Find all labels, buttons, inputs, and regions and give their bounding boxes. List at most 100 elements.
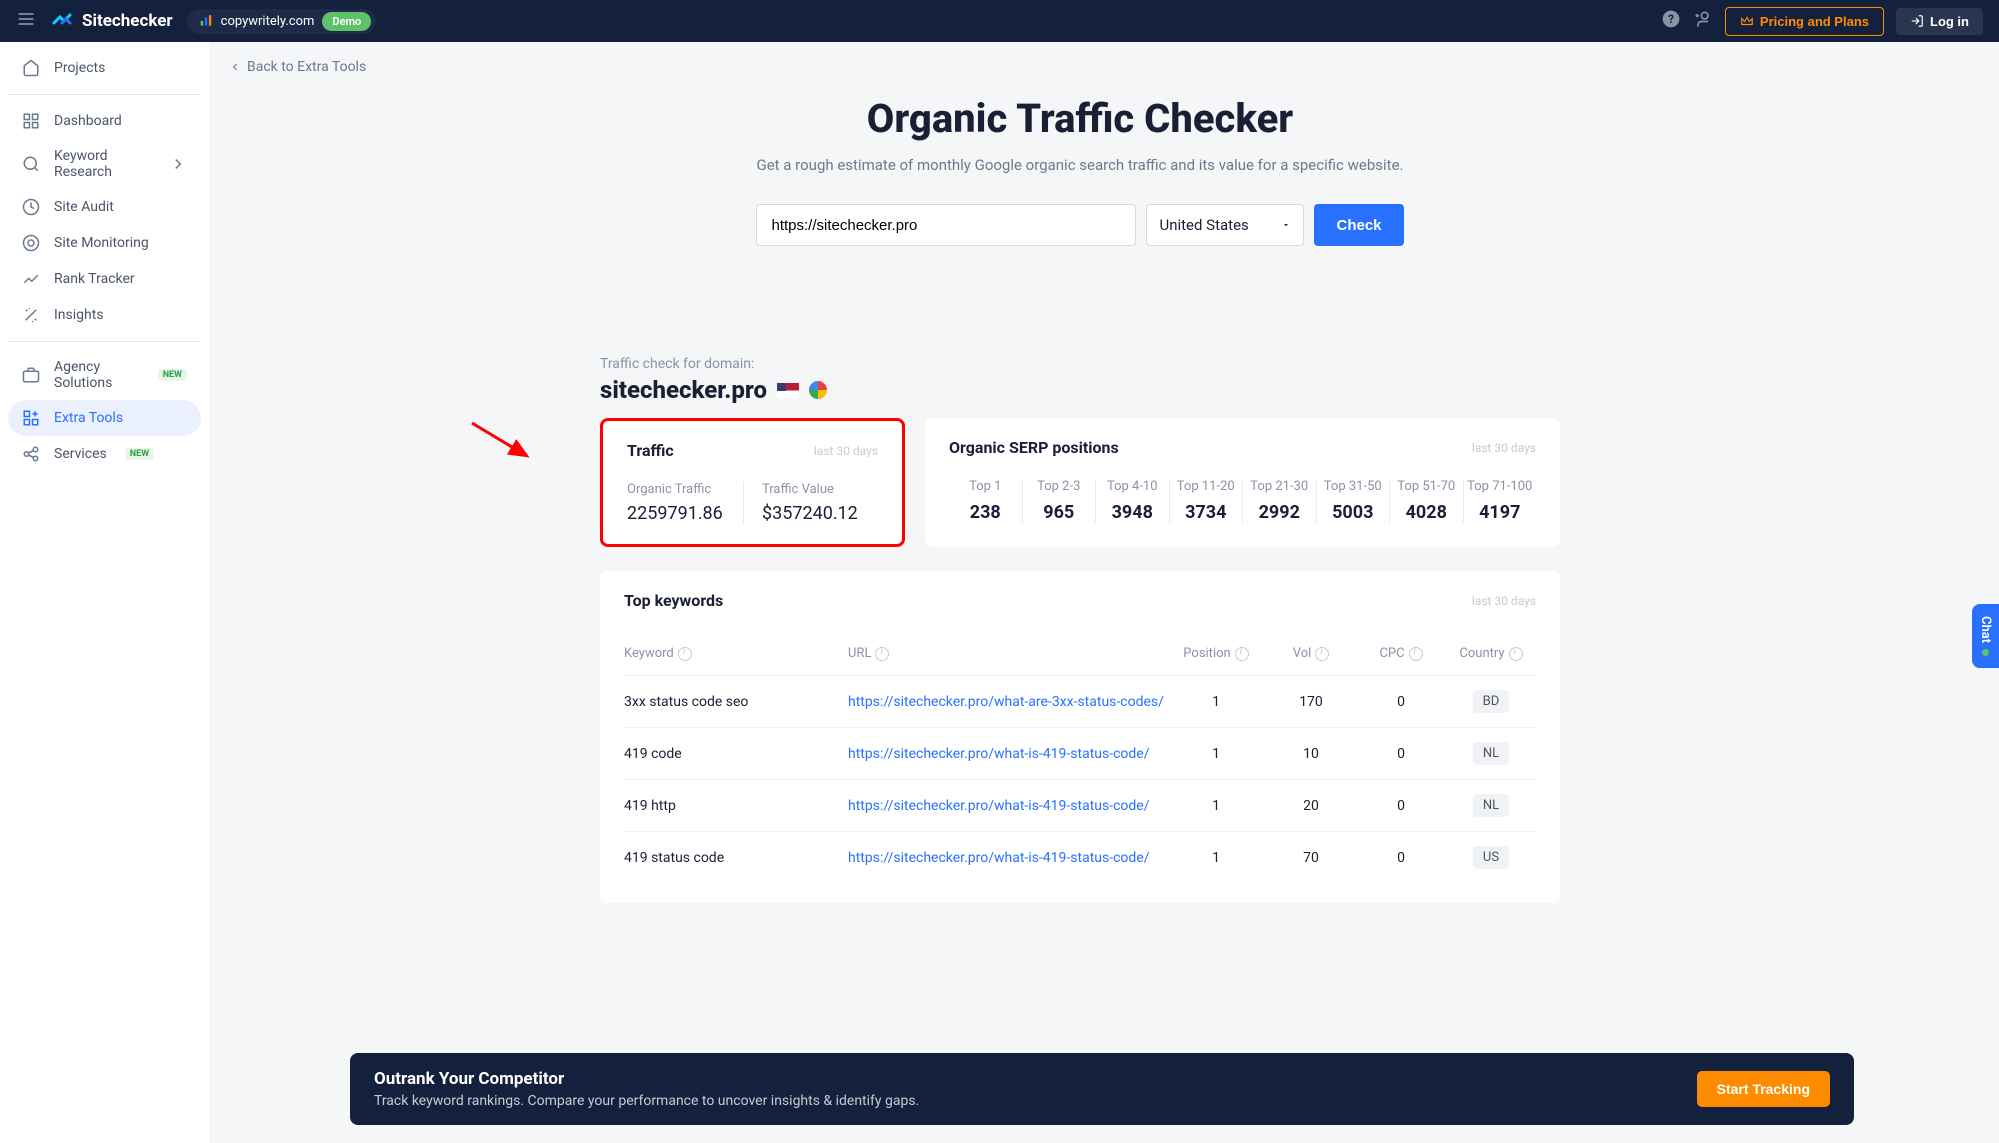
country-select[interactable]: United States <box>1146 204 1304 246</box>
serp-col: Top 1238 <box>949 479 1022 523</box>
traffic-value-label: Traffic Value <box>762 482 878 497</box>
demo-badge: Demo <box>322 12 371 31</box>
hero-section: Organic Traffic Checker Get a rough esti… <box>221 95 1939 246</box>
trend-icon <box>22 270 40 288</box>
serp-col-label: Top 11-20 <box>1170 479 1243 494</box>
google-icon <box>809 381 827 399</box>
organic-traffic-value: 2259791.86 <box>627 503 743 524</box>
chevron-left-icon <box>229 61 241 73</box>
chevron-right-icon <box>169 155 187 173</box>
promo-banner: Outrank Your Competitor Track keyword ra… <box>350 1053 1854 1125</box>
nav-rank-tracker[interactable]: Rank Tracker <box>8 261 201 297</box>
logo-mark-icon <box>50 9 74 33</box>
serp-col: Top 21-302992 <box>1242 479 1316 523</box>
nav-insights[interactable]: Insights <box>8 297 201 333</box>
logo-text: Sitechecker <box>82 11 173 31</box>
serp-col: Top 2-3965 <box>1022 479 1096 523</box>
kw-card-title: Top keywords <box>624 591 723 610</box>
pricing-label: Pricing and Plans <box>1760 14 1869 29</box>
kw-cell-url-link[interactable]: https://sitechecker.pro/what-is-419-stat… <box>848 746 1150 762</box>
nav-kr-label: Keyword Research <box>54 148 155 180</box>
organic-traffic-label: Organic Traffic <box>627 482 743 497</box>
kw-cell-country: NL <box>1473 794 1509 817</box>
serp-col: Top 51-704028 <box>1389 479 1463 523</box>
chart-icon <box>199 14 213 28</box>
help-icon[interactable]: ? <box>1661 9 1681 33</box>
gauge-icon <box>22 198 40 216</box>
serp-col-value: 2992 <box>1243 502 1316 523</box>
table-row: 3xx status code seohttps://sitechecker.p… <box>624 675 1536 727</box>
login-button[interactable]: Log in <box>1896 8 1983 35</box>
nav-projects[interactable]: Projects <box>8 50 201 86</box>
info-icon[interactable] <box>678 647 692 661</box>
serp-card-title: Organic SERP positions <box>949 438 1119 457</box>
table-row: 419 httphttps://sitechecker.pro/what-is-… <box>624 779 1536 831</box>
nav-site-monitoring[interactable]: Site Monitoring <box>8 225 201 261</box>
serp-col-label: Top 4-10 <box>1096 479 1169 494</box>
grid-plus-icon <box>22 409 40 427</box>
nav-site-audit[interactable]: Site Audit <box>8 189 201 225</box>
col-position: Position <box>1183 646 1230 661</box>
pricing-button[interactable]: Pricing and Plans <box>1725 7 1884 36</box>
kw-cell-url-link[interactable]: https://sitechecker.pro/what-are-3xx-sta… <box>848 694 1164 710</box>
app-logo[interactable]: Sitechecker <box>50 9 173 33</box>
serp-col-value: 5003 <box>1317 502 1390 523</box>
new-badge: NEW <box>158 369 187 381</box>
info-icon[interactable] <box>1409 647 1423 661</box>
dashboard-icon <box>22 112 40 130</box>
kw-cell-country: BD <box>1473 690 1510 713</box>
share-icon <box>22 445 40 463</box>
page-title: Organic Traffic Checker <box>221 95 1939 142</box>
nav-keyword-research[interactable]: Keyword Research <box>8 139 201 189</box>
kw-cell-keyword: 419 code <box>624 746 848 762</box>
info-icon[interactable] <box>1509 647 1523 661</box>
nav-agency-label: Agency Solutions <box>54 359 140 391</box>
serp-col-value: 3948 <box>1096 502 1169 523</box>
banner-cta-button[interactable]: Start Tracking <box>1697 1071 1830 1107</box>
serp-col-value: 238 <box>949 502 1022 523</box>
kw-cell-vol: 20 <box>1266 798 1356 814</box>
kw-cell-url-link[interactable]: https://sitechecker.pro/what-is-419-stat… <box>848 850 1150 866</box>
nav-dashboard[interactable]: Dashboard <box>8 103 201 139</box>
kw-cell-url-link[interactable]: https://sitechecker.pro/what-is-419-stat… <box>848 798 1150 814</box>
url-input[interactable] <box>756 204 1136 246</box>
info-icon[interactable] <box>875 647 889 661</box>
kw-cell-position: 1 <box>1166 850 1266 866</box>
domain-name-row: sitechecker.pro <box>600 376 1560 404</box>
highlight-arrow-icon <box>467 418 547 468</box>
kw-cell-country: NL <box>1473 742 1509 765</box>
serp-col-label: Top 2-3 <box>1023 479 1096 494</box>
back-link[interactable]: Back to Extra Tools <box>229 59 366 75</box>
results-section: Traffic check for domain: sitechecker.pr… <box>600 356 1560 903</box>
serp-columns: Top 1238Top 2-3965Top 4-103948Top 11-203… <box>949 479 1536 523</box>
app-header: Sitechecker copywritely.com Demo ? Prici… <box>0 0 1999 42</box>
chat-widget[interactable]: Chat <box>1972 604 1999 668</box>
kw-cell-vol: 170 <box>1266 694 1356 710</box>
nav-audit-label: Site Audit <box>54 199 114 215</box>
col-cpc: CPC <box>1379 646 1404 661</box>
nav-services[interactable]: Services NEW <box>8 436 201 472</box>
traffic-card-period: last 30 days <box>814 444 878 458</box>
search-row: United States Check <box>221 204 1939 246</box>
kw-card-period: last 30 days <box>1472 594 1536 608</box>
kw-cell-position: 1 <box>1166 798 1266 814</box>
check-button[interactable]: Check <box>1314 204 1403 246</box>
country-value: United States <box>1159 216 1248 234</box>
info-icon[interactable] <box>1315 647 1329 661</box>
info-icon[interactable] <box>1235 647 1249 661</box>
nav-extra-tools[interactable]: Extra Tools <box>8 400 201 436</box>
us-flag-icon <box>777 383 799 398</box>
crown-icon <box>1740 14 1754 28</box>
serp-card: Organic SERP positions last 30 days Top … <box>925 418 1560 547</box>
domain-name-text: sitechecker.pro <box>600 376 767 404</box>
nav-projects-label: Projects <box>54 60 105 76</box>
domain-selector[interactable]: copywritely.com Demo <box>187 9 377 34</box>
nav-agency[interactable]: Agency Solutions NEW <box>8 350 201 400</box>
kw-cell-keyword: 419 http <box>624 798 848 814</box>
kw-cell-cpc: 0 <box>1356 850 1446 866</box>
add-user-icon[interactable] <box>1693 9 1713 33</box>
menu-icon[interactable] <box>16 9 36 33</box>
kw-cell-keyword: 419 status code <box>624 850 848 866</box>
home-icon <box>22 59 40 77</box>
col-country: Country <box>1459 646 1504 661</box>
